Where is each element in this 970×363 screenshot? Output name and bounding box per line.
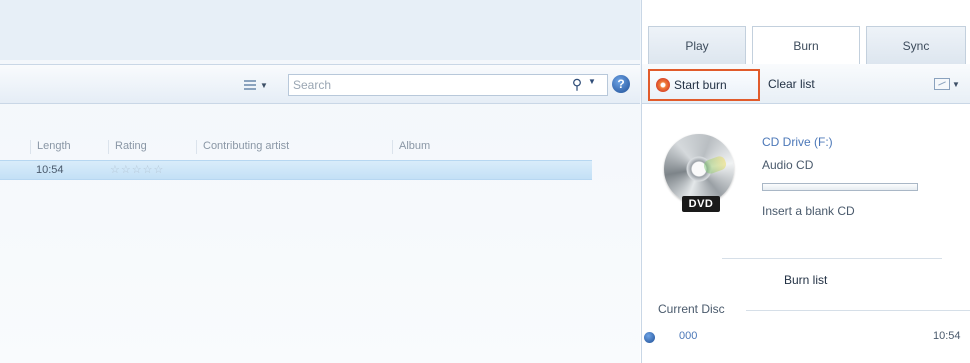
divider [722,258,942,259]
start-burn-button[interactable]: Start burn [648,69,760,101]
clear-list-button[interactable]: Clear list [768,77,815,91]
rating-stars[interactable]: ☆☆☆☆☆ [110,163,164,176]
current-disc-label: Current Disc [658,302,725,316]
search-input[interactable] [293,77,543,93]
burn-toolbar: Start burn Clear list ▼ [642,64,970,104]
disc-info-icon [644,332,655,343]
list-options-icon [934,78,950,90]
view-options-icon [244,80,256,90]
tab-burn[interactable]: Burn [752,26,860,64]
tab-sync[interactable]: Sync [866,26,966,64]
column-album[interactable]: Album [392,140,430,154]
disc-track-number: 000 [679,330,698,342]
disc-total-length: 10:54 [933,330,961,342]
help-icon[interactable]: ? [612,75,630,93]
disc-icon [664,134,734,204]
tab-play[interactable]: Play [648,26,746,64]
view-options-button[interactable]: ▼ [244,77,278,93]
burn-disc-icon [656,78,670,92]
disc-capacity-bar [762,183,918,191]
column-rating[interactable]: Rating [108,140,147,154]
chevron-down-icon: ▼ [260,80,268,90]
list-options-button[interactable]: ▼ [934,76,964,92]
disc-type-label: Audio CD [762,158,814,172]
search-icon[interactable]: ⚲ [566,75,588,93]
divider [746,310,970,311]
library-toolbar: ▼ ⚲ ▼ ? [0,64,640,104]
column-length[interactable]: Length [30,140,71,154]
row-length: 10:54 [36,164,64,176]
column-header-row: Length Rating Contributing artist Album [0,136,600,158]
start-burn-label: Start burn [674,78,727,92]
search-box[interactable] [288,74,608,96]
table-row[interactable]: 10:54 ☆☆☆☆☆ [0,160,592,180]
burn-list-title[interactable]: Burn list [784,273,827,287]
library-pane: ▼ ⚲ ▼ ? Length Rating Contributing artis… [0,0,640,363]
drive-name-link[interactable]: CD Drive (F:) [762,135,833,149]
column-contributing-artist[interactable]: Contributing artist [196,140,289,154]
search-options-chevron-icon[interactable]: ▼ [588,77,596,86]
insert-disc-message: Insert a blank CD [762,204,855,218]
chevron-down-icon: ▼ [952,79,960,89]
tab-bar: Play Burn Sync [642,26,970,64]
dvd-badge: DVD [682,196,720,212]
burn-pane: Play Burn Sync Start burn Clear list ▼ D… [641,0,970,363]
